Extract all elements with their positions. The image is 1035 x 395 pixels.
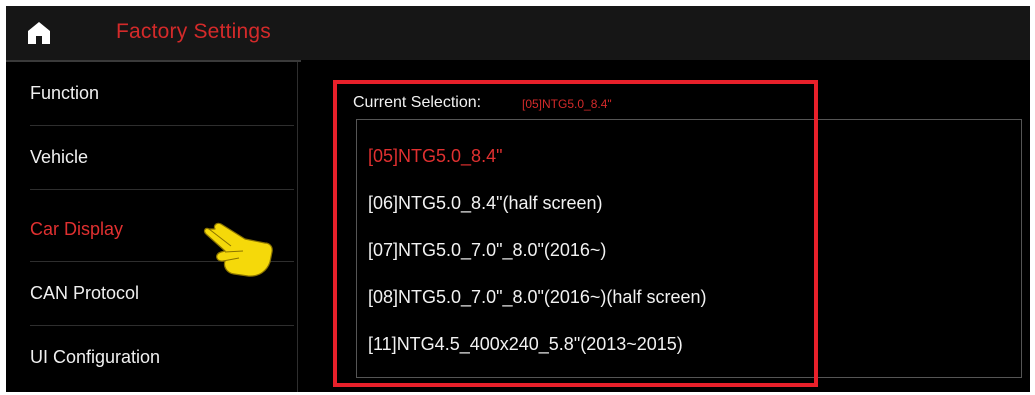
option-ntg4-5-5-8[interactable]: [11]NTG4.5_400x240_5.8"(2013~2015) <box>368 334 683 355</box>
home-icon[interactable] <box>26 20 52 46</box>
sidebar-item-label: Vehicle <box>30 147 89 167</box>
page-title: Factory Settings <box>116 20 271 43</box>
screen: Factory Settings Function Vehicle Car Di… <box>6 6 1030 392</box>
top-bar: Factory Settings <box>6 6 1030 60</box>
current-selection-label: Current Selection: <box>353 94 482 111</box>
sidebar-item-label: Car Display <box>30 219 124 239</box>
divider <box>30 189 294 190</box>
sidebar-item-vehicle[interactable]: Vehicle <box>6 126 294 190</box>
sidebar-item-function[interactable]: Function <box>6 62 294 126</box>
sidebar-divider <box>297 62 298 392</box>
sidebar-item-label: Function <box>30 83 100 103</box>
sidebar-item-label: UI Configuration <box>30 347 161 367</box>
option-ntg5-7-0-8-0-half-screen[interactable]: [08]NTG5.0_7.0"_8.0"(2016~)(half screen) <box>368 287 706 308</box>
pointing-hand-icon <box>203 222 273 277</box>
option-ntg5-8-4-half-screen[interactable]: [06]NTG5.0_8.4"(half screen) <box>368 193 603 214</box>
sidebar-item-ui-configuration[interactable]: UI Configuration <box>6 326 294 390</box>
option-ntg5-8-4[interactable]: [05]NTG5.0_8.4" <box>368 146 502 167</box>
current-selection-value: [05]NTG5.0_8.4" <box>522 97 612 111</box>
sidebar-item-label: CAN Protocol <box>30 283 140 303</box>
option-ntg5-7-0-8-0[interactable]: [07]NTG5.0_7.0"_8.0"(2016~) <box>368 240 606 261</box>
